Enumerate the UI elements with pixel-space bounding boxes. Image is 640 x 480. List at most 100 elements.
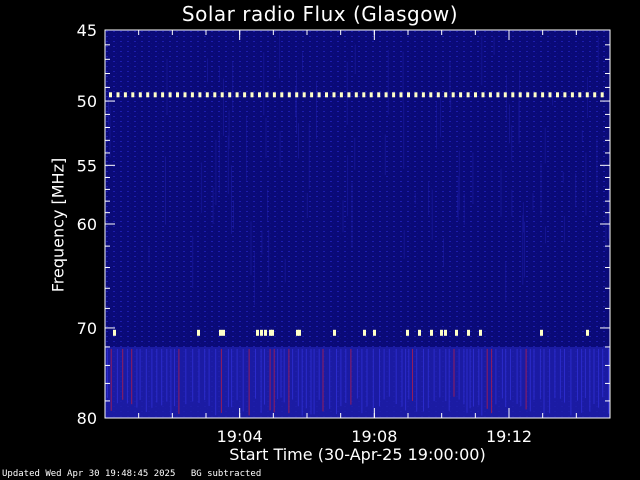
band-streak xyxy=(589,348,591,412)
y-tick-label: 45 xyxy=(77,21,97,40)
rfi-dot xyxy=(116,92,120,98)
noise-streak xyxy=(295,87,297,118)
band-streak xyxy=(305,348,307,409)
noise-streak xyxy=(519,70,520,90)
rfi-dot xyxy=(533,92,537,98)
noise-streak xyxy=(532,193,534,210)
noise-streak xyxy=(403,102,405,169)
band-streak xyxy=(366,348,368,407)
y-tick-label: 80 xyxy=(77,409,97,428)
spectrogram-chart: 45 50 55 60 70 80 19:04 19:08 19:12 xyxy=(77,21,611,446)
rfi-dot xyxy=(146,92,150,98)
band-streak xyxy=(463,348,465,405)
band-streak xyxy=(505,348,507,407)
noise-streak xyxy=(267,189,268,221)
rfi-dot xyxy=(414,92,418,98)
noise-streak xyxy=(279,131,281,167)
band-streak xyxy=(439,348,441,398)
noise-streak xyxy=(428,181,430,215)
rfi-burst xyxy=(455,329,458,336)
noise-streak xyxy=(596,138,598,194)
rfi-dot xyxy=(600,92,604,98)
noise-streak xyxy=(107,89,109,131)
noise-streak xyxy=(232,60,234,111)
noise-streak xyxy=(493,37,495,55)
y-axis-label: Frequency [MHz] xyxy=(48,157,68,293)
y-tick-label: 55 xyxy=(77,156,97,175)
noise-streak xyxy=(342,200,344,233)
rfi-dot xyxy=(436,92,440,98)
noise-streak xyxy=(212,187,214,224)
rfi-dot xyxy=(384,92,388,98)
rfi-burst xyxy=(586,329,589,336)
rfi-dot xyxy=(243,92,247,98)
noise-streak xyxy=(607,188,609,239)
band-streak xyxy=(433,348,435,402)
band-streak xyxy=(318,348,320,400)
band-streak xyxy=(110,348,112,411)
rfi-burst xyxy=(406,329,409,336)
band-streak xyxy=(405,348,407,411)
noise-streak xyxy=(261,230,263,255)
noise-streak xyxy=(511,125,513,161)
band-streak xyxy=(486,348,488,409)
band-streak xyxy=(593,348,595,404)
rfi-dot xyxy=(280,92,284,98)
noise-streak xyxy=(500,169,502,217)
band-streak xyxy=(350,348,352,405)
band-streak xyxy=(107,348,108,398)
band-streak xyxy=(156,348,158,403)
band-streak xyxy=(139,348,141,400)
rfi-dot xyxy=(339,92,343,98)
band-streak xyxy=(372,348,374,408)
rfi-dot xyxy=(235,92,239,98)
band-streak xyxy=(491,348,493,414)
band-streak xyxy=(466,348,468,413)
noise-streak xyxy=(201,162,203,213)
band-streak xyxy=(533,348,535,400)
band-streak xyxy=(529,348,531,412)
rfi-dot xyxy=(153,92,157,98)
band-streak xyxy=(215,348,217,416)
noise-streak xyxy=(481,35,483,86)
rfi-burst xyxy=(197,329,200,336)
footer-note: BG subtracted xyxy=(190,469,262,479)
noise-streak xyxy=(509,104,510,144)
y-tick-label: 50 xyxy=(77,92,97,111)
rfi-dot xyxy=(526,92,530,98)
band-streak xyxy=(501,348,503,399)
band-streak xyxy=(269,348,271,411)
band-streak xyxy=(554,348,556,399)
band-streak xyxy=(520,348,522,407)
noise-streak xyxy=(414,192,416,204)
rfi-dot xyxy=(503,92,507,98)
rfi-dot xyxy=(407,92,410,98)
rfi-dot xyxy=(198,92,202,98)
band-streak xyxy=(388,348,390,397)
rfi-burst xyxy=(264,329,267,336)
noise-streak xyxy=(218,131,220,194)
rfi-dot xyxy=(518,92,522,98)
rfi-dot xyxy=(354,92,358,98)
rfi-burst xyxy=(222,329,225,336)
rfi-dot xyxy=(123,92,127,98)
band-streak xyxy=(361,348,363,414)
rfi-burst xyxy=(540,329,543,336)
noise-streak xyxy=(387,49,389,115)
band-streak xyxy=(220,348,222,413)
noise-streak xyxy=(575,173,577,208)
rfi-dot xyxy=(444,92,448,98)
noise-streak xyxy=(233,200,234,229)
rfi-dot xyxy=(161,92,165,98)
rfi-dot xyxy=(190,92,194,98)
noise-streak xyxy=(463,193,465,225)
x-tick-label: 19:08 xyxy=(351,427,397,446)
rfi-dot xyxy=(325,92,328,98)
noise-streak xyxy=(306,192,308,219)
band-streak xyxy=(292,348,294,400)
band-streak xyxy=(329,348,331,409)
band-streak xyxy=(581,348,583,413)
noise-streak xyxy=(192,235,194,288)
band-streak xyxy=(340,348,342,407)
noise-streak xyxy=(165,156,166,225)
